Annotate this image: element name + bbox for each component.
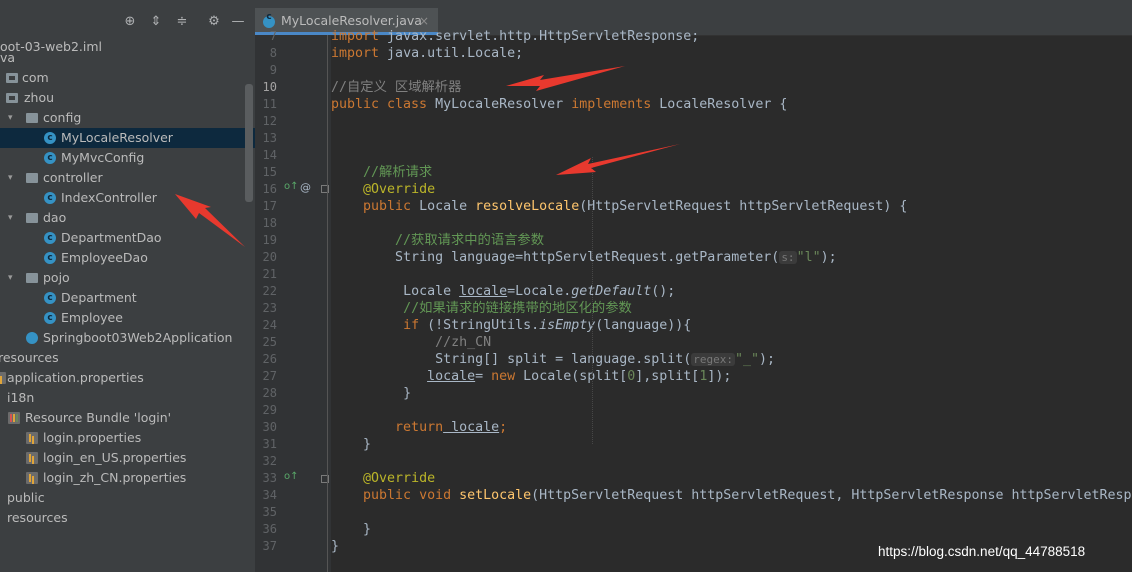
arrow-to-resolvelocale xyxy=(556,144,680,175)
annotation-arrows xyxy=(175,66,680,247)
arrow-to-mylocaleresolver xyxy=(175,194,245,247)
arrow-to-comment xyxy=(506,66,625,91)
